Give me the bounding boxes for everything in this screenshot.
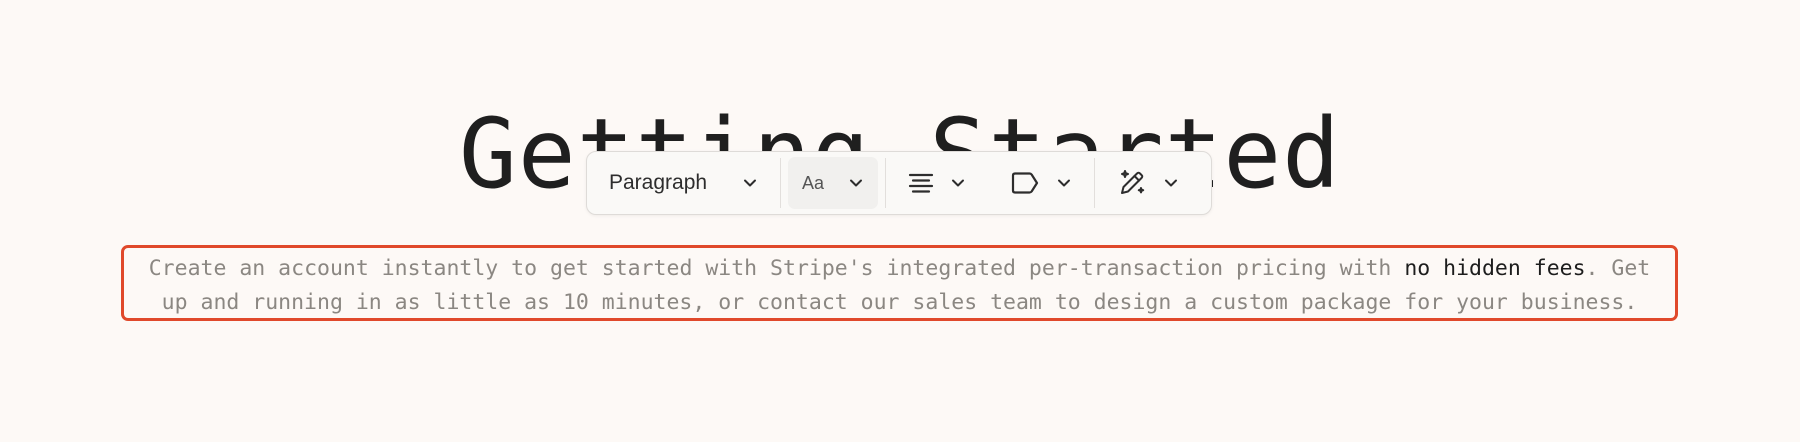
highlighted-text: no hidden fees xyxy=(1404,256,1586,281)
block-type-dropdown[interactable]: Paragraph xyxy=(587,157,780,209)
chevron-down-icon xyxy=(850,179,862,187)
chevron-down-icon xyxy=(1058,179,1070,187)
magic-pencil-icon xyxy=(1121,170,1145,194)
block-type-label: Paragraph xyxy=(609,171,708,194)
align-center-icon xyxy=(908,173,934,193)
paragraph-text: Create an account instantly to get start… xyxy=(148,256,1405,281)
ai-edit-dropdown[interactable] xyxy=(1095,157,1201,209)
toolbar-divider xyxy=(780,158,781,208)
tag-icon xyxy=(1011,172,1039,194)
text-align-dropdown[interactable] xyxy=(886,157,988,209)
chevron-down-icon xyxy=(744,179,756,187)
chevron-down-icon xyxy=(1165,179,1177,187)
formatting-toolbar: Paragraph Aa xyxy=(586,151,1212,215)
font-style-label: Aa xyxy=(802,172,825,193)
selected-paragraph[interactable]: Create an account instantly to get start… xyxy=(121,245,1678,321)
font-style-dropdown[interactable]: Aa xyxy=(788,157,878,209)
label-dropdown[interactable] xyxy=(988,157,1094,209)
chevron-down-icon xyxy=(952,179,964,187)
